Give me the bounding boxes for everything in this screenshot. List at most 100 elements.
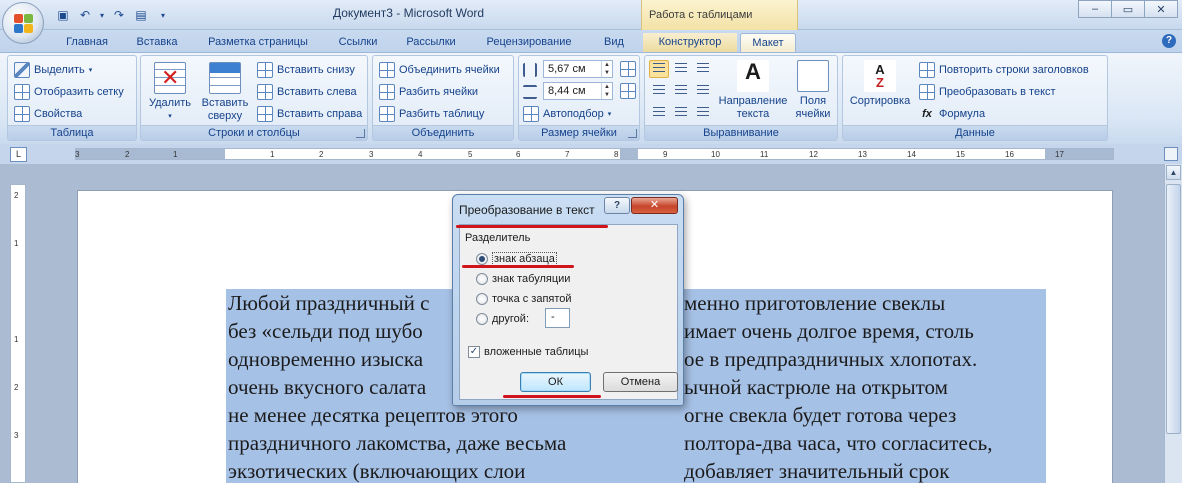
dialog-help-button[interactable]: ?	[604, 197, 630, 214]
customize-qat-icon[interactable]: ▾	[154, 6, 172, 24]
row-height-field[interactable]: 5,67 см ▲ ▼	[543, 60, 613, 78]
ok-button[interactable]: ОК	[520, 372, 591, 392]
close-button[interactable]: ✕	[1144, 0, 1178, 18]
cancel-button[interactable]: Отмена	[603, 372, 678, 392]
ruler-tick: 15	[956, 150, 965, 159]
annotation-underline-paragraph	[462, 265, 574, 268]
insert-above-button[interactable]: Вставить сверху	[197, 62, 253, 123]
redo-icon[interactable]: ↷	[110, 6, 128, 24]
align-middle-right-icon[interactable]	[693, 82, 713, 100]
align-bottom-center-icon[interactable]	[671, 104, 691, 122]
tab-selector-icon[interactable]: L	[10, 147, 27, 162]
tab-mailings[interactable]: Рассылки	[398, 33, 464, 52]
distribute-columns-icon[interactable]	[620, 83, 636, 99]
vertical-scrollbar[interactable]: ▲	[1164, 164, 1182, 483]
align-bottom-left-icon[interactable]	[649, 104, 669, 122]
insert-below-button[interactable]: Вставить снизу	[257, 60, 355, 80]
other-separator-input[interactable]: -	[545, 308, 570, 328]
annotation-underline-title	[456, 225, 608, 228]
spin-icon[interactable]: ▲ ▼	[601, 61, 612, 77]
dialog-launcher-icon[interactable]	[628, 129, 637, 138]
ruler-tick: 14	[907, 150, 916, 159]
radio-tab-mark[interactable]: знак табуляции	[476, 271, 570, 287]
ruler-tick: 16	[1005, 150, 1014, 159]
show-gridlines-label: Отобразить сетку	[34, 86, 124, 98]
radio-icon[interactable]	[476, 313, 488, 325]
undo-dropdown-icon[interactable]: ▾	[98, 6, 106, 24]
cell-margins-button[interactable]: Поля ячейки	[791, 60, 835, 121]
ruler-tick: 1	[173, 150, 178, 159]
split-cells-button[interactable]: Разбить ячейки	[379, 82, 478, 102]
tab-insert[interactable]: Вставка	[128, 33, 186, 52]
formula-button[interactable]: fx Формула	[919, 104, 985, 124]
radio-icon[interactable]	[476, 273, 488, 285]
horizontal-ruler[interactable]: 3 2 1 1 2 3 4 5 6 7 8 9 10 11 12 13 14 1…	[75, 148, 1114, 160]
tab-review[interactable]: Рецензирование	[476, 33, 582, 52]
autofit-button[interactable]: Автоподбор ▾	[523, 104, 611, 124]
show-gridlines-button[interactable]: Отобразить сетку	[14, 82, 124, 102]
checkbox-checked-icon[interactable]: ✓	[468, 346, 480, 358]
group-label-merge: Объединить	[373, 125, 513, 140]
dialog-title: Преобразование в текст	[459, 203, 595, 217]
tab-home[interactable]: Главная	[56, 33, 118, 52]
radio-paragraph-mark-label: знак абзаца	[492, 252, 557, 266]
delete-button[interactable]: ✕ Удалить ▾	[145, 62, 195, 123]
align-bottom-right-icon[interactable]	[693, 104, 713, 122]
help-icon[interactable]: ?	[1162, 34, 1176, 48]
view-ruler-icon[interactable]	[1164, 147, 1178, 161]
tab-page-layout[interactable]: Разметка страницы	[198, 33, 318, 52]
vertical-ruler[interactable]: 2 1 1 2 3	[10, 184, 26, 483]
select-button[interactable]: Выделить ▾	[14, 60, 92, 80]
column-width-field[interactable]: 8,44 см ▲ ▼	[543, 82, 613, 100]
sort-button[interactable]: AZ Сортировка	[847, 60, 913, 108]
convert-to-text-label: Преобразовать в текст	[939, 86, 1056, 98]
tab-layout[interactable]: Макет	[740, 33, 796, 52]
sort-label: Сортировка	[849, 95, 911, 107]
ruler-column-marker[interactable]	[620, 149, 638, 159]
convert-to-text-button[interactable]: Преобразовать в текст	[919, 82, 1056, 102]
radio-icon[interactable]	[476, 293, 488, 305]
insert-left-button[interactable]: Вставить слева	[257, 82, 357, 102]
text-direction-button[interactable]: A Направление текста	[715, 60, 791, 121]
split-table-label: Разбить таблицу	[399, 108, 485, 120]
repeat-header-rows-button[interactable]: Повторить строки заголовков	[919, 60, 1089, 80]
align-top-center-icon[interactable]	[671, 60, 691, 78]
save-icon[interactable]: ▣	[54, 6, 72, 24]
radio-selected-icon[interactable]	[476, 253, 488, 265]
align-middle-center-icon[interactable]	[671, 82, 691, 100]
insert-right-button[interactable]: Вставить справа	[257, 104, 362, 124]
insert-left-label: Вставить слева	[277, 86, 357, 98]
undo-icon[interactable]: ↶	[76, 6, 94, 24]
dialog-launcher-icon[interactable]	[356, 129, 365, 138]
spin-icon[interactable]: ▲ ▼	[601, 83, 612, 99]
scroll-up-icon[interactable]: ▲	[1166, 165, 1181, 180]
minimize-button[interactable]: –	[1078, 0, 1112, 18]
text-line: полтора-два часа, что согласитесь,	[684, 431, 993, 455]
align-top-right-icon[interactable]	[693, 60, 713, 78]
cell-margins-label-2: ячейки	[795, 108, 831, 120]
insert-above-label-1: Вставить	[201, 97, 249, 109]
distribute-rows-icon[interactable]	[620, 61, 636, 77]
radio-other[interactable]: другой:	[476, 311, 529, 327]
quick-access-toolbar: ▣ ↶ ▾ ↷ ▤ ▾	[54, 5, 172, 25]
dialog-body: Разделитель знак абзаца знак табуляции т…	[459, 224, 678, 400]
properties-label: Свойства	[34, 108, 83, 120]
tab-view[interactable]: Вид	[594, 33, 634, 52]
scrollbar-thumb[interactable]	[1166, 184, 1181, 434]
dialog-close-button[interactable]: ✕	[631, 197, 678, 214]
align-top-left-icon[interactable]	[649, 60, 669, 78]
merge-cells-button[interactable]: Объединить ячейки	[379, 60, 500, 80]
tab-design[interactable]: Конструктор	[643, 33, 737, 52]
split-table-button[interactable]: Разбить таблицу	[379, 104, 484, 124]
nested-tables-checkbox[interactable]: ✓ вложенные таблицы	[468, 346, 588, 358]
table-column-right[interactable]: менно приготовление свеклы имает очень д…	[684, 289, 992, 483]
office-button[interactable]	[2, 2, 44, 44]
autofit-label: Автоподбор	[543, 108, 604, 120]
tab-references[interactable]: Ссылки	[330, 33, 386, 52]
table-tools-context-title: Работа с таблицами	[641, 0, 798, 30]
print-preview-icon[interactable]: ▤	[132, 6, 150, 24]
radio-semicolon[interactable]: точка с запятой	[476, 291, 572, 307]
restore-button[interactable]: ▭	[1111, 0, 1145, 18]
properties-button[interactable]: Свойства	[14, 104, 82, 124]
align-middle-left-icon[interactable]	[649, 82, 669, 100]
